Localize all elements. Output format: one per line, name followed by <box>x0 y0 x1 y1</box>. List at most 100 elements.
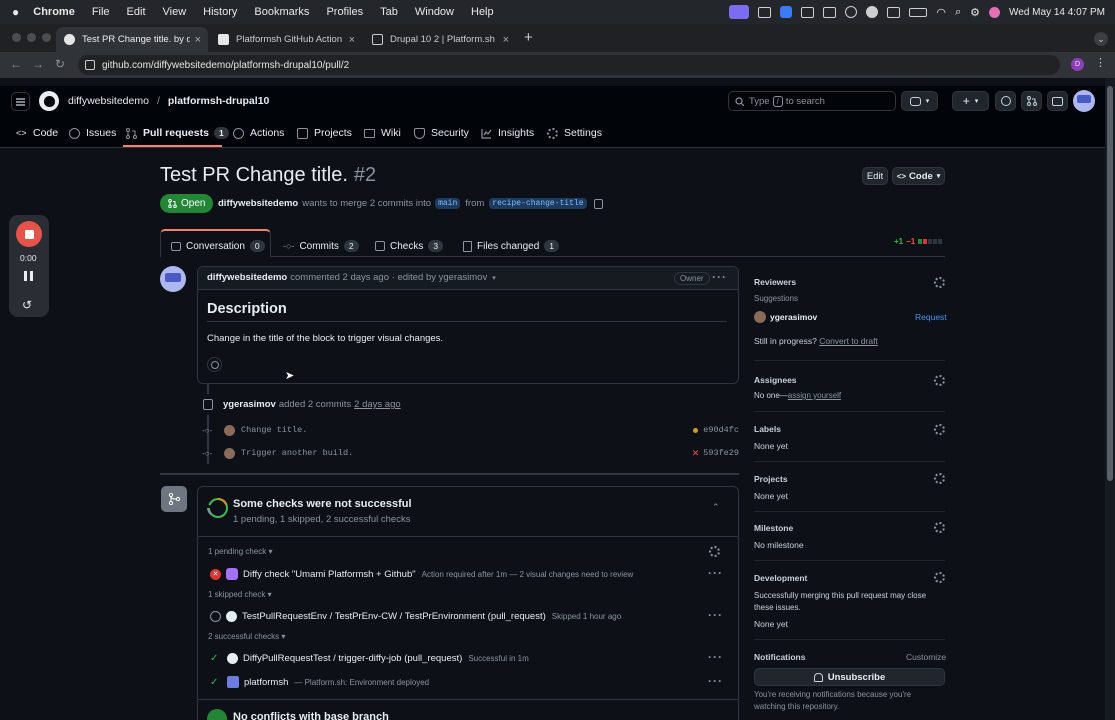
control-center-icon[interactable]: ⚙ <box>970 6 980 19</box>
repo-tab-insights[interactable]: Insights <box>481 125 534 141</box>
commit-row[interactable]: -○- Change title. e90d4fc <box>202 423 739 437</box>
copy-icon[interactable] <box>593 198 603 209</box>
spotlight-icon[interactable]: ⌕ <box>955 6 961 19</box>
bolt-icon[interactable] <box>866 6 879 18</box>
collapse-chevron-icon[interactable]: ⌃ <box>712 502 720 513</box>
menu-history[interactable]: History <box>203 6 237 18</box>
projects-heading[interactable]: Projects <box>754 474 788 484</box>
chrome-menu-icon[interactable]: ⋮ <box>1095 56 1106 69</box>
repo-tab-projects[interactable]: Projects <box>297 125 352 141</box>
menu-tab[interactable]: Tab <box>380 6 398 18</box>
menu-bookmarks[interactable]: Bookmarks <box>254 6 309 18</box>
checks-settings-gear-icon[interactable] <box>709 546 720 557</box>
commit-pending-icon[interactable] <box>693 427 699 433</box>
successful-checks-toggle[interactable]: 2 successful checks ▾ <box>208 632 285 641</box>
comment-author-link[interactable]: diffywebsitedemo <box>207 272 287 283</box>
browser-tab[interactable]: Platformsh GitHub Action | D × <box>210 27 362 52</box>
docker-icon[interactable] <box>801 6 815 18</box>
projects-gear-icon[interactable] <box>934 473 945 484</box>
request-review-link[interactable]: Request <box>915 312 947 322</box>
edit-title-button[interactable]: Edit <box>862 167 888 185</box>
check-row-platformsh[interactable]: ✓ platformsh — Platform.sh: Environment … <box>210 674 429 690</box>
check-options-icon[interactable]: ··· <box>708 674 723 688</box>
menu-clock[interactable]: Wed May 14 4:07 PM <box>1009 7 1105 18</box>
inbox-button[interactable] <box>1047 91 1068 111</box>
search-input[interactable]: Type / to search <box>728 91 896 111</box>
labels-gear-icon[interactable] <box>934 424 945 435</box>
check-name[interactable]: DiffyPullRequestTest / trigger-diffy-job… <box>243 653 462 664</box>
repo-tab-settings[interactable]: Settings <box>547 125 602 141</box>
menu-view[interactable]: View <box>163 6 187 18</box>
menu-file[interactable]: File <box>92 6 110 18</box>
commit-event-time[interactable]: 2 days ago <box>354 399 400 410</box>
repo-tab-pull-requests[interactable]: Pull requests 1 <box>126 125 229 141</box>
clipboard-icon[interactable] <box>823 6 837 18</box>
pause-icon[interactable] <box>24 271 33 281</box>
screen-record-icon[interactable] <box>729 5 750 19</box>
pr-tab-commits[interactable]: -○- Commits 2 <box>283 236 359 256</box>
browser-tab[interactable]: Drupal 10 2 | Platform.sh × <box>364 27 516 52</box>
check-row-skipped[interactable]: TestPullRequestEnv / TestPrEnv-CW / Test… <box>210 608 621 624</box>
user-avatar[interactable] <box>1073 90 1095 112</box>
pr-tab-conversation[interactable]: Conversation 0 <box>171 236 265 256</box>
base-branch[interactable]: main <box>435 198 461 209</box>
wifi-icon[interactable]: ◠ <box>936 6 946 19</box>
commit-sha[interactable]: e90d4fc <box>703 425 739 435</box>
create-new-button[interactable]: + ▾ <box>952 91 989 111</box>
profile-avatar[interactable]: D <box>1071 58 1084 71</box>
back-icon[interactable]: ← <box>10 57 22 71</box>
unsubscribe-button[interactable]: Unsubscribe <box>754 668 945 686</box>
copilot-button[interactable]: ▾ <box>901 91 938 111</box>
reviewers-gear-icon[interactable] <box>934 277 945 288</box>
menu-profiles[interactable]: Profiles <box>326 6 363 18</box>
pr-tab-checks[interactable]: Checks 3 <box>375 236 444 256</box>
labels-heading[interactable]: Labels <box>754 424 781 434</box>
issues-button[interactable] <box>995 91 1016 111</box>
repo-tab-wiki[interactable]: Wiki <box>364 125 401 141</box>
menu-window[interactable]: Window <box>415 6 454 18</box>
pr-author-link[interactable]: diffywebsitedemo <box>218 198 298 209</box>
reviewers-heading[interactable]: Reviewers <box>754 277 796 287</box>
check-row-diffy[interactable]: ✕ Diffy check "Umami Platformsh + Github… <box>210 566 633 582</box>
forward-icon[interactable]: → <box>32 57 44 71</box>
milestone-heading[interactable]: Milestone <box>754 523 793 533</box>
close-tab-icon[interactable]: × <box>195 34 201 46</box>
repo-tab-issues[interactable]: Issues <box>69 125 116 141</box>
check-name[interactable]: TestPullRequestEnv / TestPrEnv-CW / Test… <box>242 611 546 622</box>
zoom-icon[interactable] <box>780 6 793 18</box>
development-heading[interactable]: Development <box>754 573 807 583</box>
commit-row[interactable]: -○- Trigger another build. ✕ 593fe29 <box>202 446 739 460</box>
assignees-gear-icon[interactable] <box>934 375 945 386</box>
convert-to-draft-link[interactable]: Convert to draft <box>819 336 878 346</box>
skipped-checks-toggle[interactable]: 1 skipped check ▾ <box>208 590 272 599</box>
tray-app-icon[interactable] <box>758 6 772 18</box>
code-dropdown-button[interactable]: <> Code ▾ <box>892 167 945 185</box>
menu-edit[interactable]: Edit <box>127 6 146 18</box>
check-options-icon[interactable]: ··· <box>708 650 723 664</box>
check-name[interactable]: Diffy check "Umami Platformsh + Github" <box>243 569 416 580</box>
menu-help[interactable]: Help <box>471 6 494 18</box>
siri-icon[interactable] <box>989 6 1001 18</box>
development-gear-icon[interactable] <box>934 572 945 583</box>
repo-tab-actions[interactable]: Actions <box>233 125 284 141</box>
stop-recording-button[interactable] <box>16 221 42 247</box>
check-row-diffy-test[interactable]: ✓ DiffyPullRequestTest / trigger-diffy-j… <box>210 650 529 666</box>
owner-link[interactable]: diffywebsitedemo <box>68 95 149 107</box>
assignees-heading[interactable]: Assignees <box>754 375 797 385</box>
pr-tab-files-changed[interactable]: Files changed 1 <box>463 236 559 256</box>
close-tab-icon[interactable]: × <box>503 34 509 46</box>
repo-tab-code[interactable]: <> Code <box>16 125 58 141</box>
assign-yourself-link[interactable]: assign yourself <box>788 391 841 400</box>
tab-search-icon[interactable]: ⌄ <box>1094 32 1108 46</box>
head-branch[interactable]: recipe-change-title <box>489 198 587 209</box>
pending-checks-toggle[interactable]: 1 pending check ▾ <box>208 547 273 556</box>
customize-link[interactable]: Customize <box>906 652 946 662</box>
input-source-icon[interactable] <box>887 6 901 18</box>
comment-options-icon[interactable]: ··· <box>712 270 727 284</box>
page-scrollbar-thumb[interactable] <box>1107 86 1113 481</box>
site-info-icon[interactable] <box>85 60 95 70</box>
battery-icon[interactable] <box>909 7 928 17</box>
hamburger-menu-button[interactable] <box>11 92 30 111</box>
close-window-button[interactable] <box>12 33 21 42</box>
commit-sha[interactable]: 593fe29 <box>703 448 739 458</box>
